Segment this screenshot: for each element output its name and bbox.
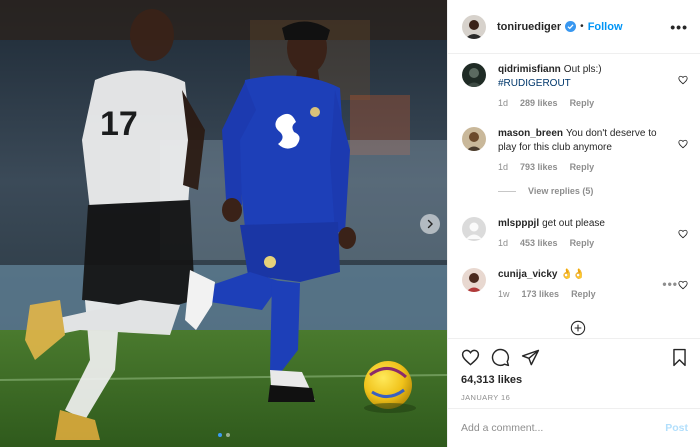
follow-button[interactable]: Follow (588, 21, 623, 33)
comment-button[interactable] (491, 348, 510, 367)
comment-message: Out pls:) (563, 64, 602, 75)
heart-icon[interactable] (678, 280, 688, 290)
post-media[interactable]: 17 (0, 0, 447, 447)
comment-like-count[interactable]: 173 likes (522, 289, 560, 299)
heart-icon[interactable] (678, 139, 688, 149)
comment-body: qidrimisfiann Out pls:) #RUDIGEROUT 1d 28… (498, 63, 673, 108)
comment-list[interactable]: qidrimisfiann Out pls:) #RUDIGEROUT 1d 28… (448, 55, 700, 338)
carousel-next-button[interactable] (420, 214, 440, 234)
comment-item: cunija_vicky 👌👌 1w 173 likes Reply (462, 268, 688, 299)
share-icon (521, 349, 540, 365)
comment-text: mlspppjl get out please (498, 217, 673, 231)
post-date[interactable]: JANUARY 16 (461, 393, 688, 402)
comment-meta: 1d 453 likes Reply (498, 238, 673, 248)
comment-reply-button[interactable]: Reply (571, 289, 596, 299)
author-username[interactable]: toniruediger (497, 21, 561, 33)
chevron-right-icon (427, 219, 433, 229)
bookmark-icon (673, 348, 686, 366)
comment-username[interactable]: mason_breen (498, 128, 563, 139)
post-sidebar: toniruediger • Follow ••• qidrimisfiann O… (447, 0, 700, 447)
comment-text: qidrimisfiann Out pls:) #RUDIGEROUT (498, 63, 673, 91)
heart-icon[interactable] (678, 229, 688, 239)
view-replies-label: View replies (5) (528, 186, 594, 196)
comment-username[interactable]: qidrimisfiann (498, 64, 561, 75)
post-comment-button[interactable]: Post (665, 422, 688, 434)
view-replies-button[interactable]: View replies (5) (498, 186, 593, 196)
heart-icon[interactable] (678, 75, 688, 85)
comment-message: get out please (542, 218, 605, 229)
plus-circle-icon[interactable] (570, 320, 586, 336)
comment-meta: 1w 173 likes Reply (498, 289, 673, 299)
post-header: toniruediger • Follow ••• (448, 0, 700, 54)
verified-badge-icon (565, 21, 577, 32)
comment-text: mason_breen You don't deserve to play for… (498, 127, 673, 155)
comment-username[interactable]: cunija_vicky (498, 269, 557, 280)
like-button[interactable] (461, 348, 480, 367)
comment-message: 👌👌 (560, 269, 586, 280)
comment-age: 1d (498, 162, 509, 172)
comment-text: cunija_vicky 👌👌 (498, 268, 673, 282)
post-photo: 17 (0, 0, 447, 447)
action-bar (461, 347, 688, 367)
more-options-button[interactable]: ••• (670, 19, 688, 35)
comment-like-count[interactable]: 289 likes (520, 98, 558, 108)
comment-age: 1w (498, 289, 510, 299)
share-button[interactable] (521, 348, 540, 367)
carousel-dot (225, 433, 230, 437)
save-button[interactable] (671, 348, 688, 367)
comment-age: 1d (498, 238, 509, 248)
comment-username[interactable]: mlspppjl (498, 218, 539, 229)
heart-icon (461, 349, 480, 366)
header-separator: • (580, 21, 584, 32)
comment-like-count[interactable]: 453 likes (520, 238, 558, 248)
comment-like-count[interactable]: 793 likes (520, 162, 558, 172)
comment-item: mlspppjl get out please 1d 453 likes Repl… (462, 217, 688, 248)
comment-body: mason_breen You don't deserve to play for… (498, 127, 673, 172)
commenter-avatar[interactable] (462, 63, 486, 87)
default-avatar-icon[interactable] (462, 217, 486, 241)
comment-hashtag[interactable]: #RUDIGEROUT (498, 78, 571, 89)
like-count[interactable]: 64,313 likes (461, 374, 688, 386)
comment-reply-button[interactable]: Reply (570, 162, 595, 172)
svg-text:17: 17 (100, 105, 138, 143)
comment-meta: 1d 289 likes Reply (498, 98, 673, 108)
add-comment-bar: Add a comment... Post (448, 408, 700, 447)
comment-input[interactable]: Add a comment... (461, 422, 665, 434)
comment-meta: 1d 793 likes Reply (498, 162, 673, 172)
commenter-avatar[interactable] (462, 268, 486, 292)
comment-reply-button[interactable]: Reply (570, 238, 595, 248)
author-avatar[interactable] (462, 14, 486, 39)
replies-divider (498, 190, 516, 192)
comment-body: mlspppjl get out please 1d 453 likes Repl… (498, 217, 673, 248)
comment-age: 1d (498, 98, 509, 108)
comment-icon (491, 348, 510, 366)
comment-body: cunija_vicky 👌👌 1w 173 likes Reply (498, 268, 673, 299)
carousel-indicator (0, 433, 447, 437)
comment-options-button[interactable]: ••• (662, 277, 678, 291)
post-actions: 64,313 likes JANUARY 16 (448, 338, 700, 408)
commenter-avatar[interactable] (462, 127, 486, 151)
carousel-dot-active (217, 433, 222, 437)
comment-reply-button[interactable]: Reply (570, 98, 595, 108)
comment-item: mason_breen You don't deserve to play for… (462, 127, 688, 172)
comment-item: qidrimisfiann Out pls:) #RUDIGEROUT 1d 28… (462, 63, 688, 108)
